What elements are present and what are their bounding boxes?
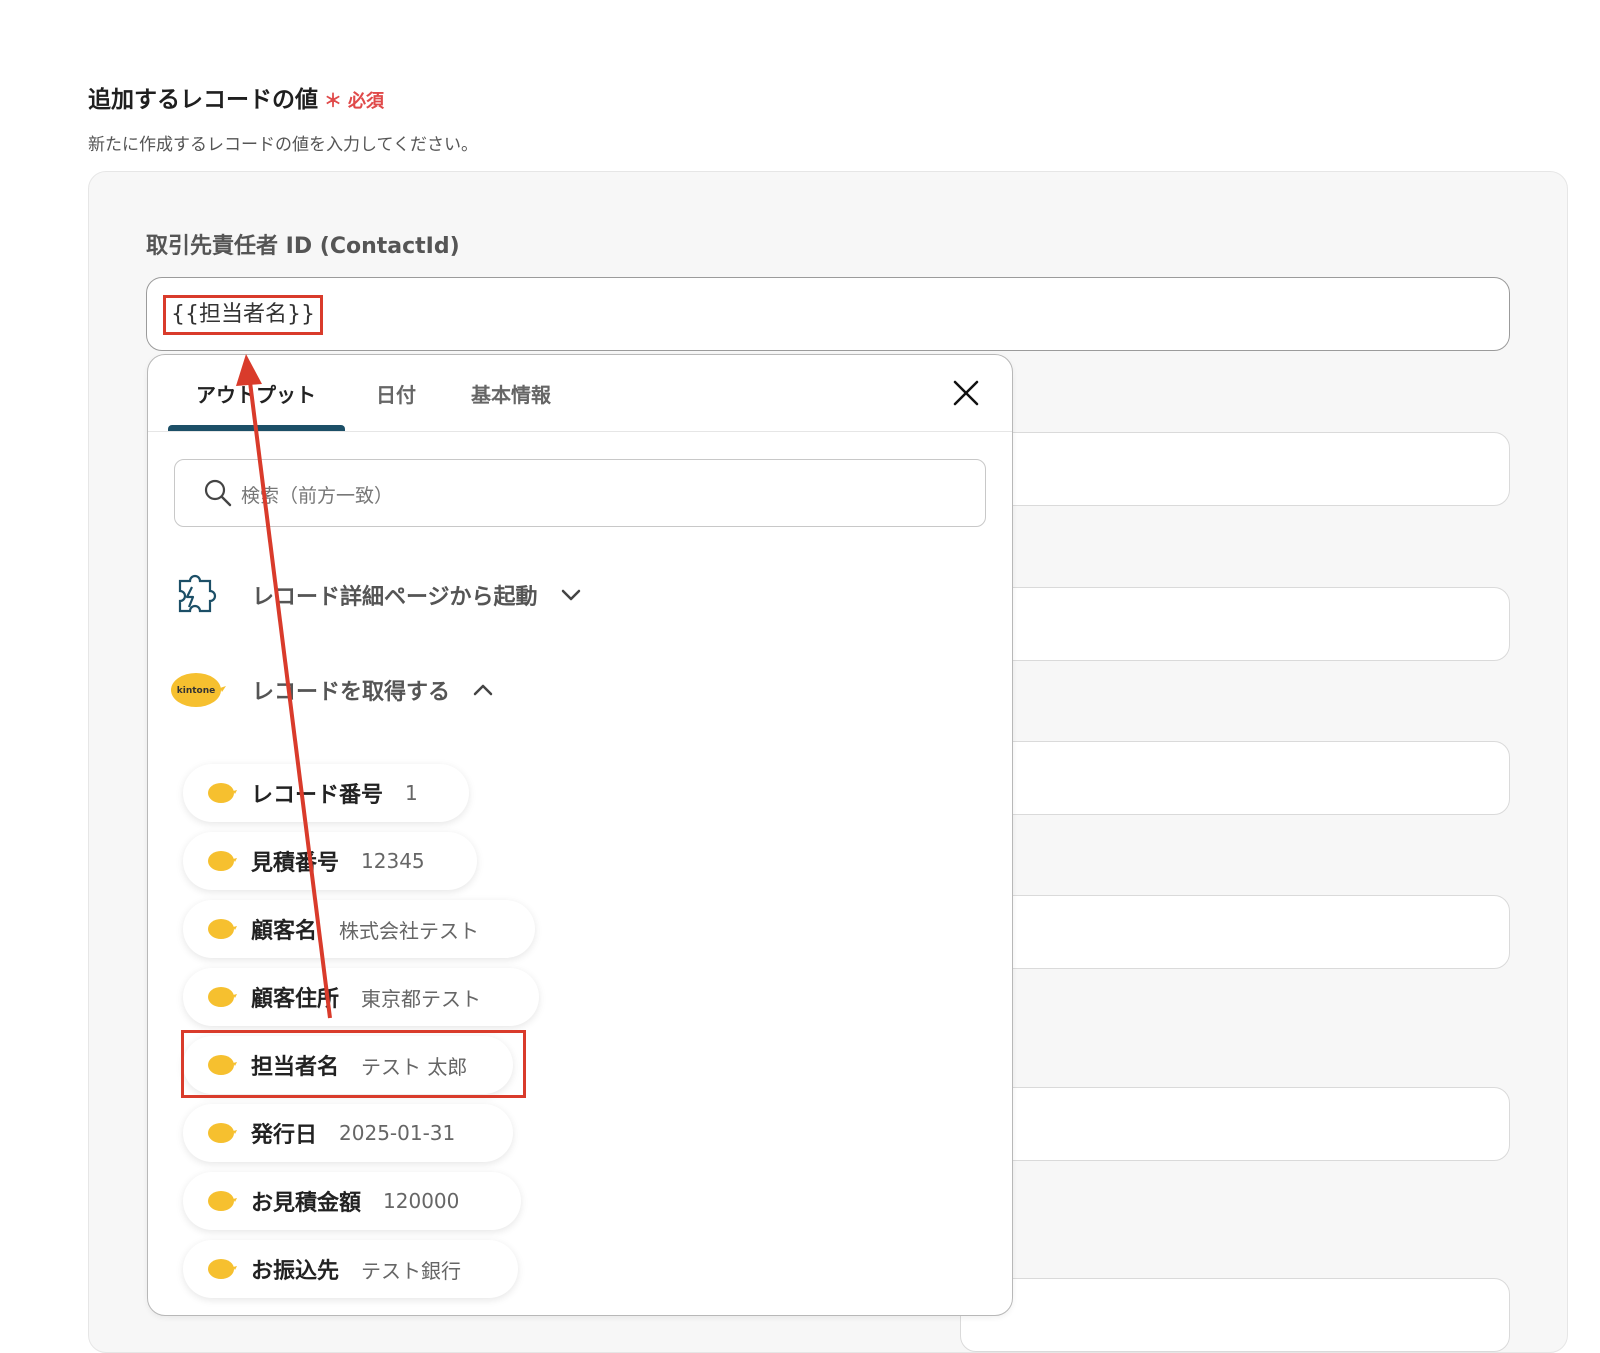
kintone-logo-icon: kintone [171,673,226,707]
kintone-logo-icon [208,783,237,803]
output-item-chip[interactable]: 見積番号 12345 [183,832,477,890]
section-description: 新たに作成するレコードの値を入力してください。 [88,135,478,155]
bg-input-field[interactable] [960,432,1510,506]
kintone-logo-icon [208,919,237,939]
output-item-value: 12345 [361,849,425,873]
kintone-logo-icon [208,1123,237,1143]
output-item-chip[interactable]: 発行日 2025-01-31 [183,1104,513,1162]
tab-divider [148,431,1012,432]
chevron-up-icon [473,684,493,696]
output-item-name: 顧客名 [251,919,318,944]
kintone-logo-icon [208,851,237,871]
output-item-name: レコード番号 [251,783,384,808]
search-icon [204,479,232,507]
output-item-chip[interactable]: 顧客名 株式会社テスト [183,900,535,958]
bg-input-field[interactable] [960,895,1510,969]
output-item-name: 見積番号 [251,851,340,876]
bg-input-field[interactable] [960,1278,1510,1352]
group-get-record[interactable]: kintone レコードを取得する [170,668,494,712]
contact-id-label: 取引先責任者 ID (ContactId) [146,234,460,259]
kintone-logo-text: kintone [177,686,215,696]
output-item-value: 株式会社テスト [339,918,480,943]
search-input[interactable]: 検索（前方一致） [174,459,986,527]
section-title-text: 追加するレコードの値 [88,87,318,113]
output-item-value: 120000 [383,1189,460,1213]
tab-date[interactable]: 日付 [376,379,416,408]
contact-id-value: {{担当者名}} [163,295,323,335]
bg-input-field[interactable] [960,587,1510,661]
chevron-down-icon [561,589,580,601]
group-label: レコードを取得する [252,680,451,705]
output-item-value: 東京都テスト [361,986,482,1011]
contact-id-input[interactable] [146,277,1510,351]
output-item-chip[interactable]: お見積金額 120000 [183,1172,521,1230]
output-item-chip[interactable]: 顧客住所 東京都テスト [183,968,539,1026]
required-mark: ＊ [324,91,342,112]
contact-id-value-text: {{担当者名}} [171,302,315,327]
close-icon [953,380,979,406]
kintone-logo-icon [208,987,237,1007]
output-item-value: テスト銀行 [361,1258,462,1283]
group-record-detail-trigger[interactable]: レコード詳細ページから起動 [170,567,582,623]
output-item-chip[interactable]: レコード番号 1 [183,764,469,822]
section-title: 追加するレコードの値 ＊ 必須 [88,80,384,114]
bg-input-field[interactable] [960,1087,1510,1161]
highlight-annotation [181,1030,526,1098]
kintone-logo-icon [208,1259,237,1279]
search-placeholder: 検索（前方一致） [241,485,394,507]
output-item-chip[interactable]: お振込先 テスト銀行 [183,1240,518,1298]
group-label: レコード詳細ページから起動 [252,585,538,610]
tab-basic-info[interactable]: 基本情報 [471,379,551,408]
close-button[interactable] [948,375,984,411]
output-item-value: 2025-01-31 [339,1121,456,1145]
output-item-name: 顧客住所 [251,987,340,1012]
output-item-value: 1 [405,781,418,805]
output-item-name: お振込先 [251,1259,340,1284]
bg-input-field[interactable] [960,741,1510,815]
required-label: 必須 [348,91,384,112]
puzzle-lightning-icon [178,574,217,613]
output-item-name: 発行日 [251,1123,318,1148]
kintone-logo-icon [208,1191,237,1211]
tab-output[interactable]: アウトプット [196,379,316,408]
output-item-name: お見積金額 [251,1191,362,1216]
